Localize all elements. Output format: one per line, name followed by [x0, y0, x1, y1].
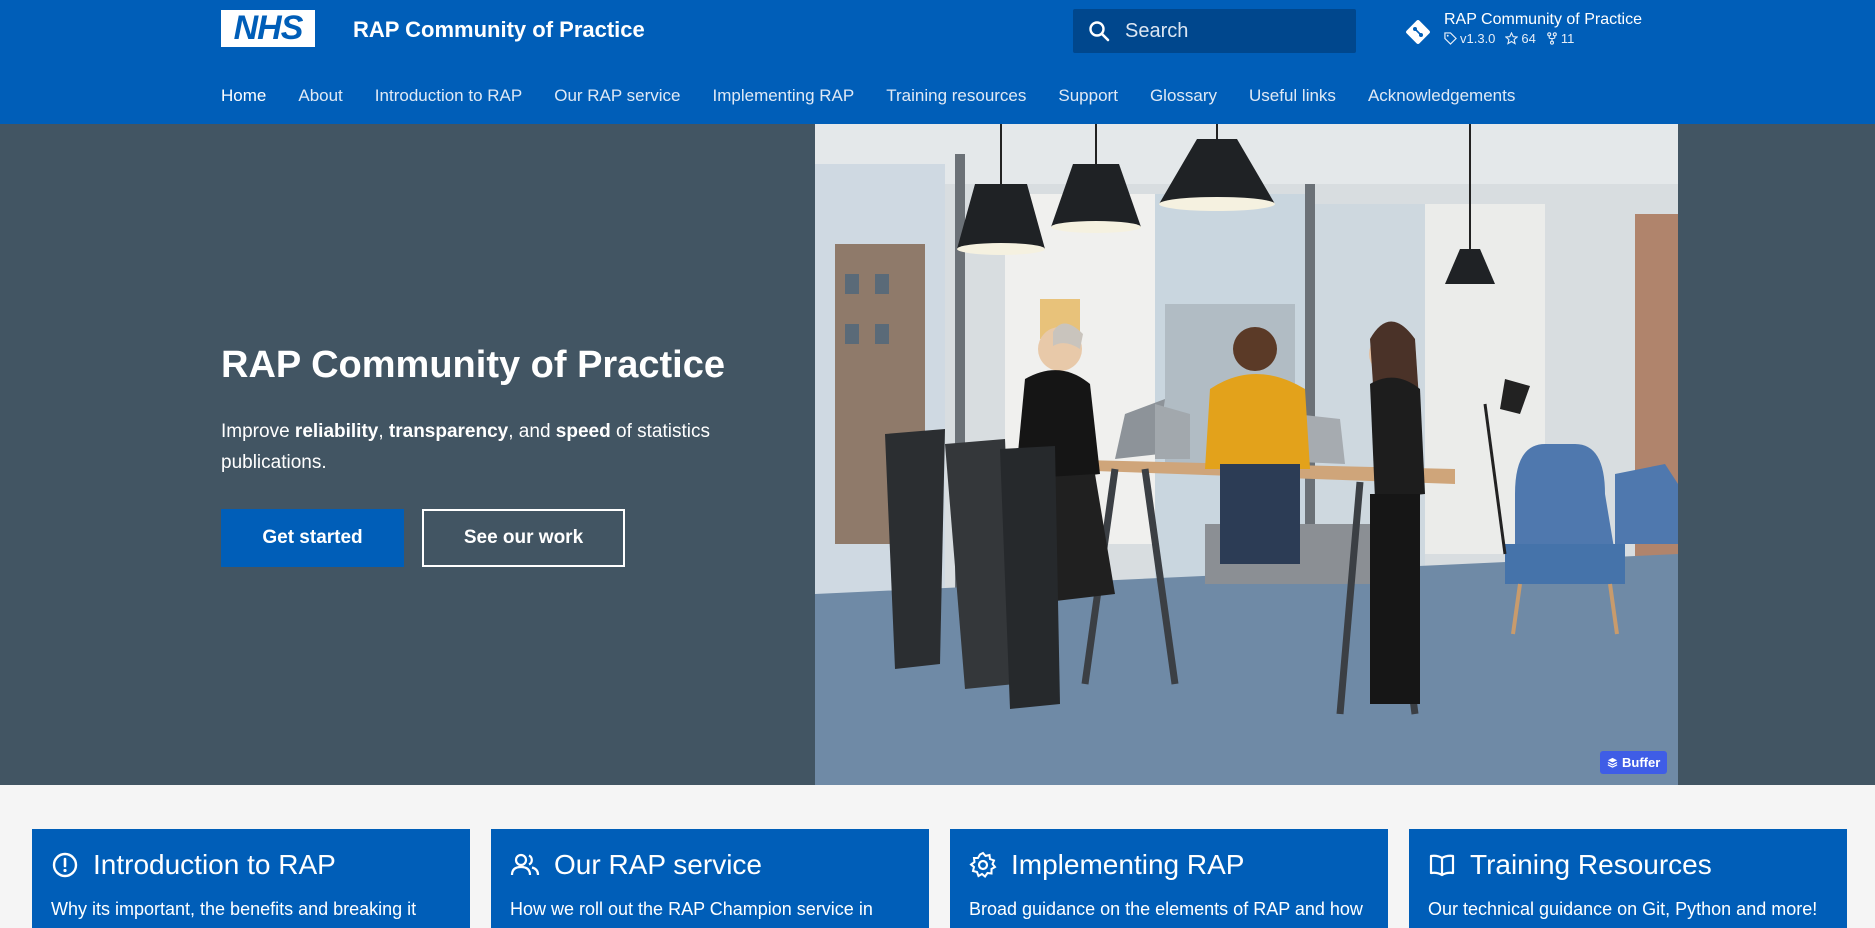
fork-icon — [1547, 32, 1557, 45]
repo-facts: v1.3.0 64 11 — [1444, 31, 1642, 46]
card-header: Training Resources — [1428, 849, 1828, 881]
hero-sub-bold: transparency — [388, 421, 509, 442]
nav-training-resources[interactable]: Training resources — [886, 86, 1026, 106]
nav-our-rap-service[interactable]: Our RAP service — [554, 86, 680, 106]
hero-sub-part: Improve — [221, 421, 295, 442]
tag-icon — [1444, 32, 1457, 45]
repo-info: RAP Community of Practice v1.3.0 64 11 — [1444, 10, 1642, 46]
search-icon — [1089, 21, 1110, 42]
see-our-work-button[interactable]: See our work — [422, 509, 625, 567]
card-title: Our RAP service — [554, 849, 762, 880]
search-box[interactable] — [1073, 9, 1356, 53]
hero-photo — [815, 124, 1678, 785]
gear-icon — [969, 851, 997, 878]
card-text: Broad guidance on the elements of RAP an… — [969, 899, 1363, 919]
layers-icon — [1607, 757, 1618, 768]
nav-support[interactable]: Support — [1058, 86, 1118, 106]
nav-acknowledgements[interactable]: Acknowledgements — [1368, 86, 1515, 106]
card-our-rap-service[interactable]: Our RAP service How we roll out the RAP … — [491, 829, 929, 928]
card-training-resources[interactable]: Training Resources Our technical guidanc… — [1409, 829, 1847, 928]
card-header: Our RAP service — [510, 849, 910, 881]
book-icon — [1429, 854, 1455, 877]
git-icon — [1406, 20, 1430, 44]
card-title: Implementing RAP — [1011, 849, 1245, 880]
card-header: Implementing RAP — [969, 849, 1369, 881]
nav-about[interactable]: About — [298, 86, 342, 106]
repo-forks: 11 — [1546, 31, 1575, 46]
card-implementing-rap[interactable]: Implementing RAP Broad guidance on the e… — [950, 829, 1388, 928]
nhs-logo[interactable]: NHS — [221, 9, 315, 47]
site-header: NHS RAP Community of Practice RAP Commun… — [0, 0, 1875, 124]
hero-sub-bold: speed — [555, 421, 611, 442]
repo-name: RAP Community of Practice — [1444, 11, 1642, 28]
star-icon — [1505, 32, 1519, 45]
alert-circle-icon — [52, 852, 78, 878]
hero-title: RAP Community of Practice — [221, 344, 725, 386]
card-title: Training Resources — [1470, 849, 1712, 880]
repo-link[interactable]: RAP Community of Practice v1.3.0 64 11 — [1404, 10, 1642, 46]
buffer-text: Buffer — [1622, 755, 1661, 770]
nav-useful-links[interactable]: Useful links — [1249, 86, 1336, 106]
card-text: Our technical guidance on Git, Python an… — [1428, 899, 1818, 919]
get-started-button[interactable]: Get started — [221, 509, 404, 567]
nav-home[interactable]: Home — [221, 86, 266, 106]
nav-implementing-rap[interactable]: Implementing RAP — [713, 86, 855, 106]
hero-section: RAP Community of Practice Improve reliab… — [0, 124, 1875, 785]
search-input[interactable] — [1125, 19, 1325, 43]
hero-sub-part: , and — [508, 421, 556, 442]
repo-forks-text: 11 — [1560, 31, 1575, 46]
card-introduction-to-rap[interactable]: Introduction to RAP Why its important, t… — [32, 829, 470, 928]
buffer-badge[interactable]: Buffer — [1600, 751, 1668, 774]
card-header: Introduction to RAP — [51, 849, 451, 881]
repo-version: v1.3.0 — [1444, 31, 1495, 46]
office-meeting-illustration — [815, 124, 1678, 785]
nav-glossary[interactable]: Glossary — [1150, 86, 1217, 106]
repo-stars: 64 — [1505, 31, 1536, 46]
repo-stars-text: 64 — [1521, 31, 1536, 46]
logo-text: NHS — [233, 9, 304, 47]
repo-version-text: v1.3.0 — [1460, 31, 1496, 46]
card-text: Why its important, the benefits and brea… — [51, 899, 417, 919]
hero-subtitle: Improve reliability, transparency, and s… — [221, 416, 761, 478]
main-nav: Home About Introduction to RAP Our RAP s… — [221, 86, 1547, 106]
people-icon — [510, 853, 540, 876]
nav-introduction-to-rap[interactable]: Introduction to RAP — [375, 86, 522, 106]
card-title: Introduction to RAP — [93, 849, 336, 880]
site-title[interactable]: RAP Community of Practice — [353, 17, 645, 43]
card-text: How we roll out the RAP Champion service… — [510, 899, 873, 919]
hero-sub-part: , — [378, 421, 389, 442]
hero-sub-bold: reliability — [294, 421, 379, 442]
